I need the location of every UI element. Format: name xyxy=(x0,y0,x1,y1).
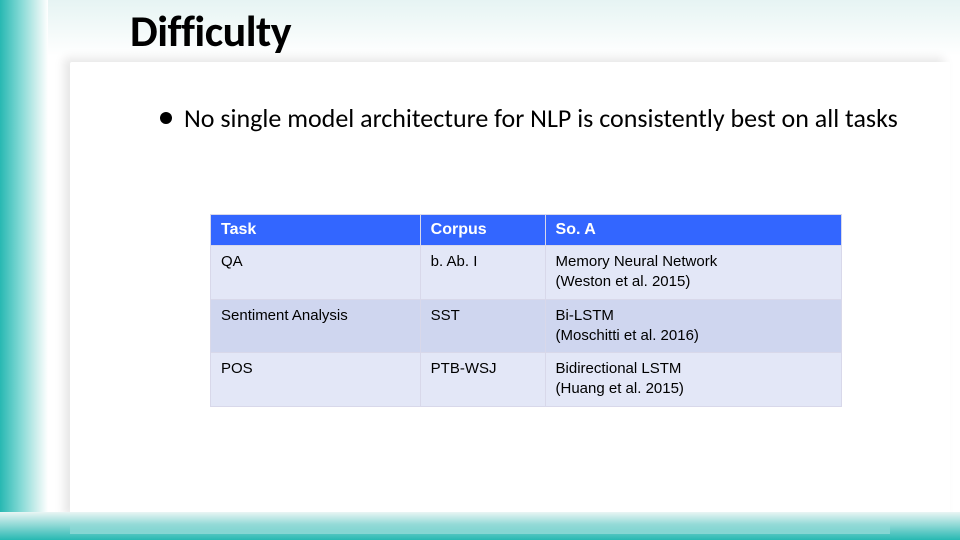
cell-corpus: PTB-WSJ xyxy=(420,353,545,407)
bullet-item: No single model architecture for NLP is … xyxy=(160,102,920,135)
cell-corpus: SST xyxy=(420,299,545,353)
table-row: POS PTB-WSJ Bidirectional LSTM(Huang et … xyxy=(211,353,842,407)
bullet-text: No single model architecture for NLP is … xyxy=(184,102,898,135)
bottom-bar xyxy=(0,512,960,540)
cell-soa: Memory Neural Network(Weston et al. 2015… xyxy=(545,246,841,300)
cell-task: QA xyxy=(211,246,421,300)
side-gradient xyxy=(0,0,48,540)
slide-title: Difficulty xyxy=(130,4,291,58)
header-corpus: Corpus xyxy=(420,215,545,246)
bullet-block: No single model architecture for NLP is … xyxy=(160,102,920,135)
table-header-row: Task Corpus So. A xyxy=(211,215,842,246)
header-soa: So. A xyxy=(545,215,841,246)
table-row: QA b. Ab. I Memory Neural Network(Weston… xyxy=(211,246,842,300)
cell-task: POS xyxy=(211,353,421,407)
bottom-inner xyxy=(70,524,890,534)
bullet-dot-icon xyxy=(160,112,172,124)
table-row: Sentiment Analysis SST Bi-LSTM(Moschitti… xyxy=(211,299,842,353)
cell-task: Sentiment Analysis xyxy=(211,299,421,353)
cell-soa: Bi-LSTM(Moschitti et al. 2016) xyxy=(545,299,841,353)
cell-corpus: b. Ab. I xyxy=(420,246,545,300)
cell-soa: Bidirectional LSTM(Huang et al. 2015) xyxy=(545,353,841,407)
comparison-table: Task Corpus So. A QA b. Ab. I Memory Neu… xyxy=(210,214,842,407)
header-task: Task xyxy=(211,215,421,246)
